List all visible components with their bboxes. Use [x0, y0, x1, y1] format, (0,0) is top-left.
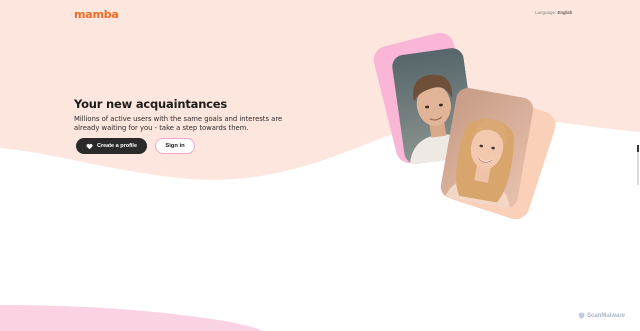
- scrollbar-position-marker: [637, 145, 639, 152]
- bottom-pink-blob: [0, 305, 262, 331]
- language-value: English: [557, 10, 573, 15]
- page-scrollbar[interactable]: [636, 0, 640, 331]
- hero-subtitle: Millions of active users with the same g…: [74, 115, 283, 132]
- shield-icon: [578, 312, 585, 319]
- create-profile-button[interactable]: Create a profile: [76, 138, 147, 154]
- profile-photos-collage: [373, 32, 556, 220]
- create-profile-label: Create a profile: [96, 143, 138, 149]
- heart-icon: [86, 143, 93, 150]
- watermark: ScanMalware: [578, 312, 625, 319]
- hero-title: Your new acquaintances: [74, 97, 228, 111]
- watermark-text: ScanMalware: [587, 312, 626, 319]
- language-selector[interactable]: Language: English: [535, 10, 572, 15]
- sign-in-button[interactable]: Sign in: [155, 138, 195, 154]
- brand-logo[interactable]: mamba: [74, 8, 119, 21]
- language-label: Language:: [535, 10, 557, 15]
